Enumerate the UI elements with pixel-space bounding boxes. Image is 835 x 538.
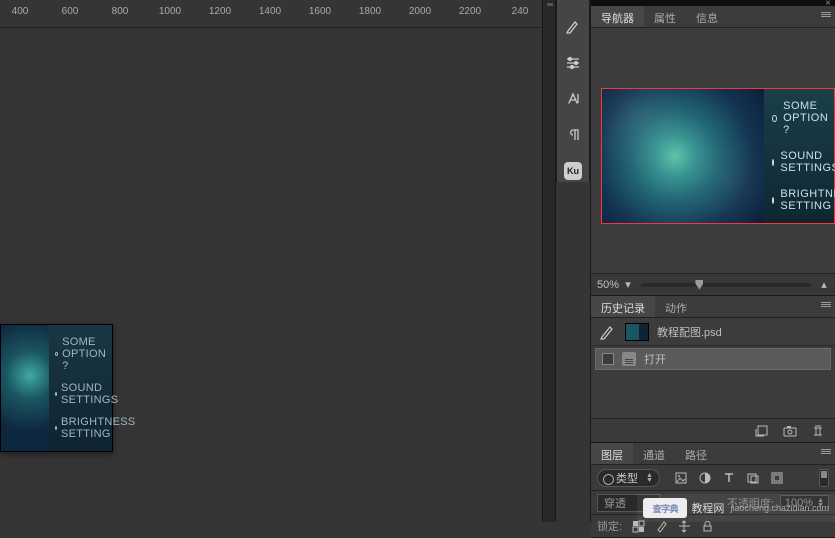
layers-tab-row: 图层 通道 路径 xyxy=(591,443,835,465)
filter-pixel-icon[interactable] xyxy=(674,471,688,485)
delete-state-icon[interactable] xyxy=(811,425,825,437)
preview-menu-item: BRIGHTNESS SETTING xyxy=(55,416,112,440)
layers-filter-row: 类型 ▲▼ xyxy=(591,465,835,491)
lock-label: 锁定: xyxy=(597,518,622,534)
watermark-main-text: 教程网 xyxy=(691,500,724,516)
navigator-footer: 50% ▾ ▴ xyxy=(591,273,835,295)
ruler-mark: 1800 xyxy=(359,6,381,17)
zoom-slider-thumb[interactable] xyxy=(695,280,703,290)
history-step-label: 打开 xyxy=(644,351,666,367)
history-step-icon xyxy=(622,352,636,366)
navigator-menu-area: SOME OPTION ? SOUND SETTINGS BRIGHTNESS … xyxy=(764,89,834,223)
history-step-open[interactable]: 打开 xyxy=(595,348,831,370)
ku-plugin-icon[interactable]: Ku xyxy=(564,162,582,180)
canvas-document-preview[interactable]: SOME OPTION ? SOUND SETTINGS BRIGHTNESS … xyxy=(0,324,113,452)
filter-smartobject-icon[interactable] xyxy=(770,471,784,485)
layer-kind-label: 类型 xyxy=(616,470,638,486)
navigator-body[interactable]: SOME OPTION ? SOUND SETTINGS BRIGHTNESS … xyxy=(591,28,835,273)
history-tab-row: 历史记录 动作 xyxy=(591,296,835,318)
ruler-mark: 2000 xyxy=(409,6,431,17)
history-footer xyxy=(591,418,835,442)
navigator-image-area xyxy=(602,89,764,223)
zoom-out-icon[interactable]: ▾ xyxy=(623,280,633,290)
filter-toggle-switch[interactable] xyxy=(819,469,829,487)
nav-preview-item: SOME OPTION ? xyxy=(772,100,834,136)
brush-icon[interactable] xyxy=(563,18,583,36)
history-document-row[interactable]: 教程配图.psd xyxy=(591,318,835,346)
preview-nebula-image xyxy=(1,325,49,451)
tab-navigator[interactable]: 导航器 xyxy=(591,6,644,27)
panel-menu-icon[interactable] xyxy=(821,302,831,307)
history-panel: 历史记录 动作 教程配图.psd 打开 xyxy=(591,296,835,443)
ruler-mark: 800 xyxy=(112,6,129,17)
history-document-thumb xyxy=(625,323,649,341)
zoom-slider[interactable] xyxy=(641,283,811,287)
ruler-mark: 1600 xyxy=(309,6,331,17)
history-empty-area xyxy=(591,372,835,418)
ruler-mark: 2200 xyxy=(459,6,481,17)
filter-type-icon[interactable] xyxy=(722,471,736,485)
character-icon[interactable] xyxy=(563,90,583,108)
tab-info[interactable]: 信息 xyxy=(686,6,728,27)
canvas-area[interactable]: SOME OPTION ? SOUND SETTINGS BRIGHTNESS … xyxy=(0,28,542,522)
tab-history[interactable]: 历史记录 xyxy=(591,296,655,317)
ruler-mark: 240 xyxy=(512,6,529,17)
tab-actions[interactable]: 动作 xyxy=(655,296,697,317)
panel-menu-icon[interactable] xyxy=(821,449,831,454)
navigator-proxy-view[interactable]: SOME OPTION ? SOUND SETTINGS BRIGHTNESS … xyxy=(601,88,835,224)
preview-menu-item: SOME OPTION ? xyxy=(55,336,112,372)
history-step-checkbox[interactable] xyxy=(602,353,614,365)
ruler-mark: 1000 xyxy=(159,6,181,17)
navigator-panel: 导航器 属性 信息 SOME OPTION ? SOUND SETTINGS B… xyxy=(591,6,835,296)
filter-shape-icon[interactable] xyxy=(746,471,760,485)
vertical-tool-strip: Ku xyxy=(556,0,590,182)
tab-layers[interactable]: 图层 xyxy=(591,443,633,464)
blend-mode-value: 穿透 xyxy=(604,495,626,511)
ruler-mark: 1200 xyxy=(209,6,231,17)
layer-filter-kind-select[interactable]: 类型 ▲▼ xyxy=(597,469,660,487)
navigator-tab-row: 导航器 属性 信息 xyxy=(591,6,835,28)
history-body: 教程配图.psd 打开 xyxy=(591,318,835,418)
paragraph-icon[interactable] xyxy=(563,126,583,144)
history-brush-icon xyxy=(599,323,617,341)
nav-preview-item: SOUND SETTINGS xyxy=(772,150,834,174)
zoom-in-icon[interactable]: ▴ xyxy=(819,280,829,290)
right-panel-column: × 导航器 属性 信息 SOME OPTION ? SOUND SETTINGS… xyxy=(590,0,835,522)
dropdown-arrows-icon: ▲▼ xyxy=(646,473,653,483)
ruler-mark: 400 xyxy=(12,6,29,17)
tab-paths[interactable]: 路径 xyxy=(675,443,717,464)
preview-menu-item: SOUND SETTINGS xyxy=(55,382,112,406)
layers-panel: 图层 通道 路径 类型 ▲▼ 穿透 ▲▼ 不透明度: xyxy=(591,443,835,538)
adjustments-icon[interactable] xyxy=(563,54,583,72)
watermark-url: jiaocheng.chazidian.com xyxy=(730,503,829,513)
panel-gutter[interactable] xyxy=(542,0,556,522)
preview-menu-panel: SOME OPTION ? SOUND SETTINGS BRIGHTNESS … xyxy=(49,325,112,451)
create-document-from-state-icon[interactable] xyxy=(755,425,769,437)
ruler-mark: 600 xyxy=(62,6,79,17)
tab-channels[interactable]: 通道 xyxy=(633,443,675,464)
history-document-name: 教程配图.psd xyxy=(657,324,722,340)
tab-properties[interactable]: 属性 xyxy=(644,6,686,27)
filter-adjustment-icon[interactable] xyxy=(698,471,712,485)
ruler-mark: 1400 xyxy=(259,6,281,17)
site-watermark: 查字典 教程网 jiaocheng.chazidian.com xyxy=(637,494,835,522)
panel-menu-icon[interactable] xyxy=(821,12,831,17)
nav-preview-item: BRIGHTNESS SETTING xyxy=(772,188,834,212)
layer-filter-icons xyxy=(674,471,784,485)
snapshot-icon[interactable] xyxy=(783,425,797,437)
watermark-logo: 查字典 xyxy=(643,498,687,518)
zoom-value: 50% xyxy=(597,279,619,291)
